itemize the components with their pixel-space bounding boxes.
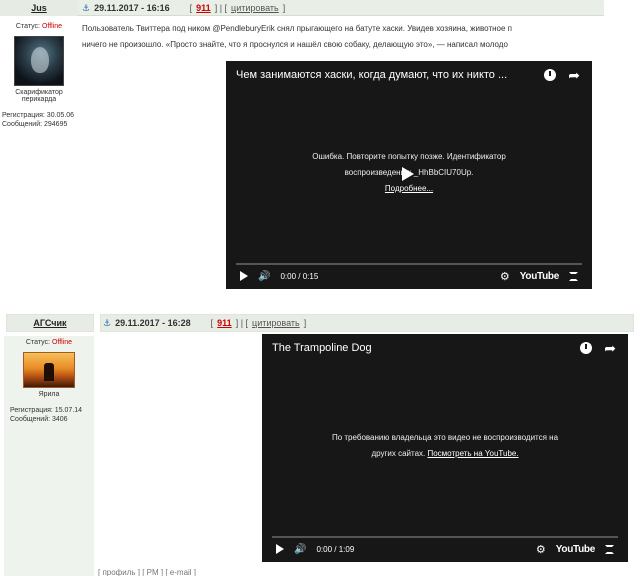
youtube-logo[interactable]: YouTube — [556, 544, 596, 555]
post-text-line: ничего не произошло. «Просто знайте, что… — [82, 40, 508, 49]
video-message-text: других сайтах. — [371, 449, 426, 458]
fullscreen-icon[interactable] — [605, 544, 614, 554]
avatar-caption: Скарификатор перикарда — [15, 89, 63, 103]
play-icon[interactable] — [240, 271, 248, 281]
post-header: АГСчик ⚓ 29.11.2017 - 16:28 [ 911 ] | [ … — [0, 306, 640, 334]
author-name[interactable]: Jus — [0, 0, 78, 16]
user-sidebar: Статус: Offline Ярила Регистрация: 15.07… — [4, 336, 94, 576]
bracket-sep: ] | [ — [214, 3, 228, 13]
watch-later-icon[interactable] — [544, 69, 556, 81]
message-count: Сообщений: 3406 — [10, 416, 68, 423]
cite-link[interactable]: цитировать — [252, 314, 300, 332]
youtube-logo[interactable]: YouTube — [520, 271, 560, 282]
status-label: Статус: — [25, 339, 50, 346]
gear-icon[interactable]: ⚙ — [500, 270, 510, 283]
post-text-line: Пользователь Твиттера под ником @Pendleb… — [82, 24, 512, 33]
anchor-icon[interactable]: ⚓ — [103, 314, 111, 332]
status-offline: Offline — [51, 339, 73, 346]
profile-links-fragment[interactable]: [ профиль ] [ PM ] [ e-mail ] — [98, 568, 196, 576]
registration-date: Регистрация: 30.05.06 — [2, 112, 75, 119]
volume-icon[interactable]: 🔊 — [294, 544, 306, 555]
post-number-link[interactable]: 911 — [217, 314, 232, 332]
progress-bar[interactable] — [272, 536, 618, 538]
registration-date: Регистрация: 15.07.14 — [10, 407, 83, 414]
author-name[interactable]: АГСчик — [6, 314, 94, 332]
cite-link[interactable]: цитировать — [231, 0, 279, 16]
video-message-line: По требованию владельца это видео не вос… — [331, 433, 559, 442]
post-text: Пользователь Твиттера под ником @Pendleb… — [82, 21, 604, 53]
avatar[interactable] — [14, 36, 64, 86]
bracket-open: [ — [210, 318, 214, 328]
avatar[interactable] — [23, 352, 75, 388]
post-meta: ⚓ 29.11.2017 - 16:16 [ 911 ] | [ цитиров… — [82, 0, 285, 16]
post-meta: ⚓ 29.11.2017 - 16:28 [ 911 ] | [ цитиров… — [100, 314, 634, 332]
video-time: 0:00 / 0:15 — [280, 271, 319, 281]
watch-on-youtube-link[interactable]: Посмотреть на YouTube. — [427, 449, 518, 458]
post-date: 29.11.2017 - 16:28 — [115, 318, 191, 328]
watch-later-icon[interactable] — [580, 342, 592, 354]
post-header: Jus ⚓ 29.11.2017 - 16:16 [ 911 ] | [ цит… — [0, 0, 604, 16]
anchor-icon[interactable]: ⚓ — [82, 0, 90, 16]
video-player[interactable]: The Trampoline Dog ➦ По требованию владе… — [262, 334, 628, 562]
status-line: Статус: Offline — [4, 339, 94, 346]
message-count: Сообщений: 294695 — [2, 121, 68, 128]
bracket-sep: ] | [ — [235, 318, 249, 328]
status-label: Статус: — [15, 23, 40, 30]
progress-bar[interactable] — [236, 263, 582, 265]
play-icon[interactable] — [276, 544, 284, 554]
bracket-close: ] — [303, 318, 307, 328]
video-title[interactable]: Чем занимаются хаски, когда думают, что … — [236, 69, 536, 81]
video-time: 0:00 / 1:09 — [316, 544, 355, 554]
gear-icon[interactable]: ⚙ — [536, 543, 546, 556]
play-overlay-icon[interactable] — [402, 167, 414, 181]
video-title[interactable]: The Trampoline Dog — [272, 342, 572, 354]
fullscreen-icon[interactable] — [569, 271, 578, 281]
status-line: Статус: Offline — [0, 23, 78, 30]
video-message-line: Ошибка. Повторите попытку позже. Идентиф… — [312, 152, 506, 161]
user-sidebar: Статус: Offline Скарификатор перикарда Р… — [0, 20, 78, 129]
bracket-close: ] — [282, 3, 286, 13]
more-info-link[interactable]: Подробнее... — [246, 181, 572, 197]
post-number-link[interactable]: 911 — [196, 0, 211, 16]
avatar-caption: Ярила — [38, 391, 60, 398]
video-restriction-message: По требованию владельца это видео не вос… — [282, 430, 608, 462]
video-message-line-2: других сайтах. Посмотреть на YouTube. — [282, 446, 608, 462]
post-date: 29.11.2017 - 16:16 — [94, 3, 170, 13]
video-player[interactable]: Чем занимаются хаски, когда думают, что … — [226, 61, 592, 289]
volume-icon[interactable]: 🔊 — [258, 271, 270, 282]
status-offline: Offline — [41, 23, 63, 30]
share-icon[interactable]: ➦ — [604, 340, 616, 357]
bracket-open: [ — [189, 3, 193, 13]
video-controls: 🔊 0:00 / 0:15 ⚙ YouTube — [240, 268, 578, 284]
video-controls: 🔊 0:00 / 1:09 ⚙ YouTube — [276, 541, 614, 557]
share-icon[interactable]: ➦ — [568, 67, 580, 84]
